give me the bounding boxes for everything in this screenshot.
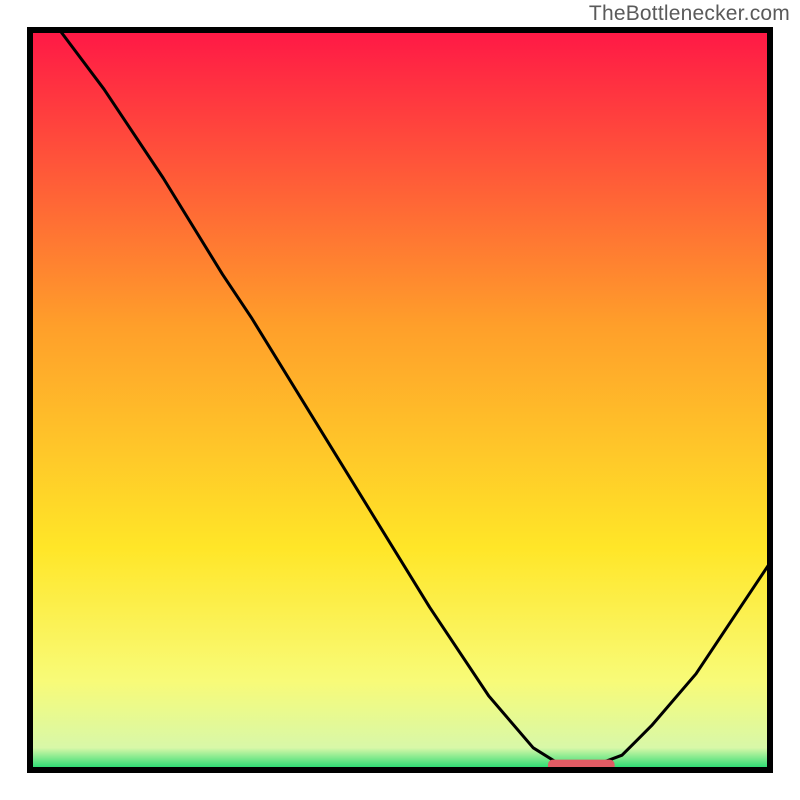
bottleneck-chart: TheBottlenecker.com [0,0,800,800]
watermark-text: TheBottlenecker.com [589,2,790,26]
chart-svg [0,0,800,800]
gradient-background [30,30,770,770]
